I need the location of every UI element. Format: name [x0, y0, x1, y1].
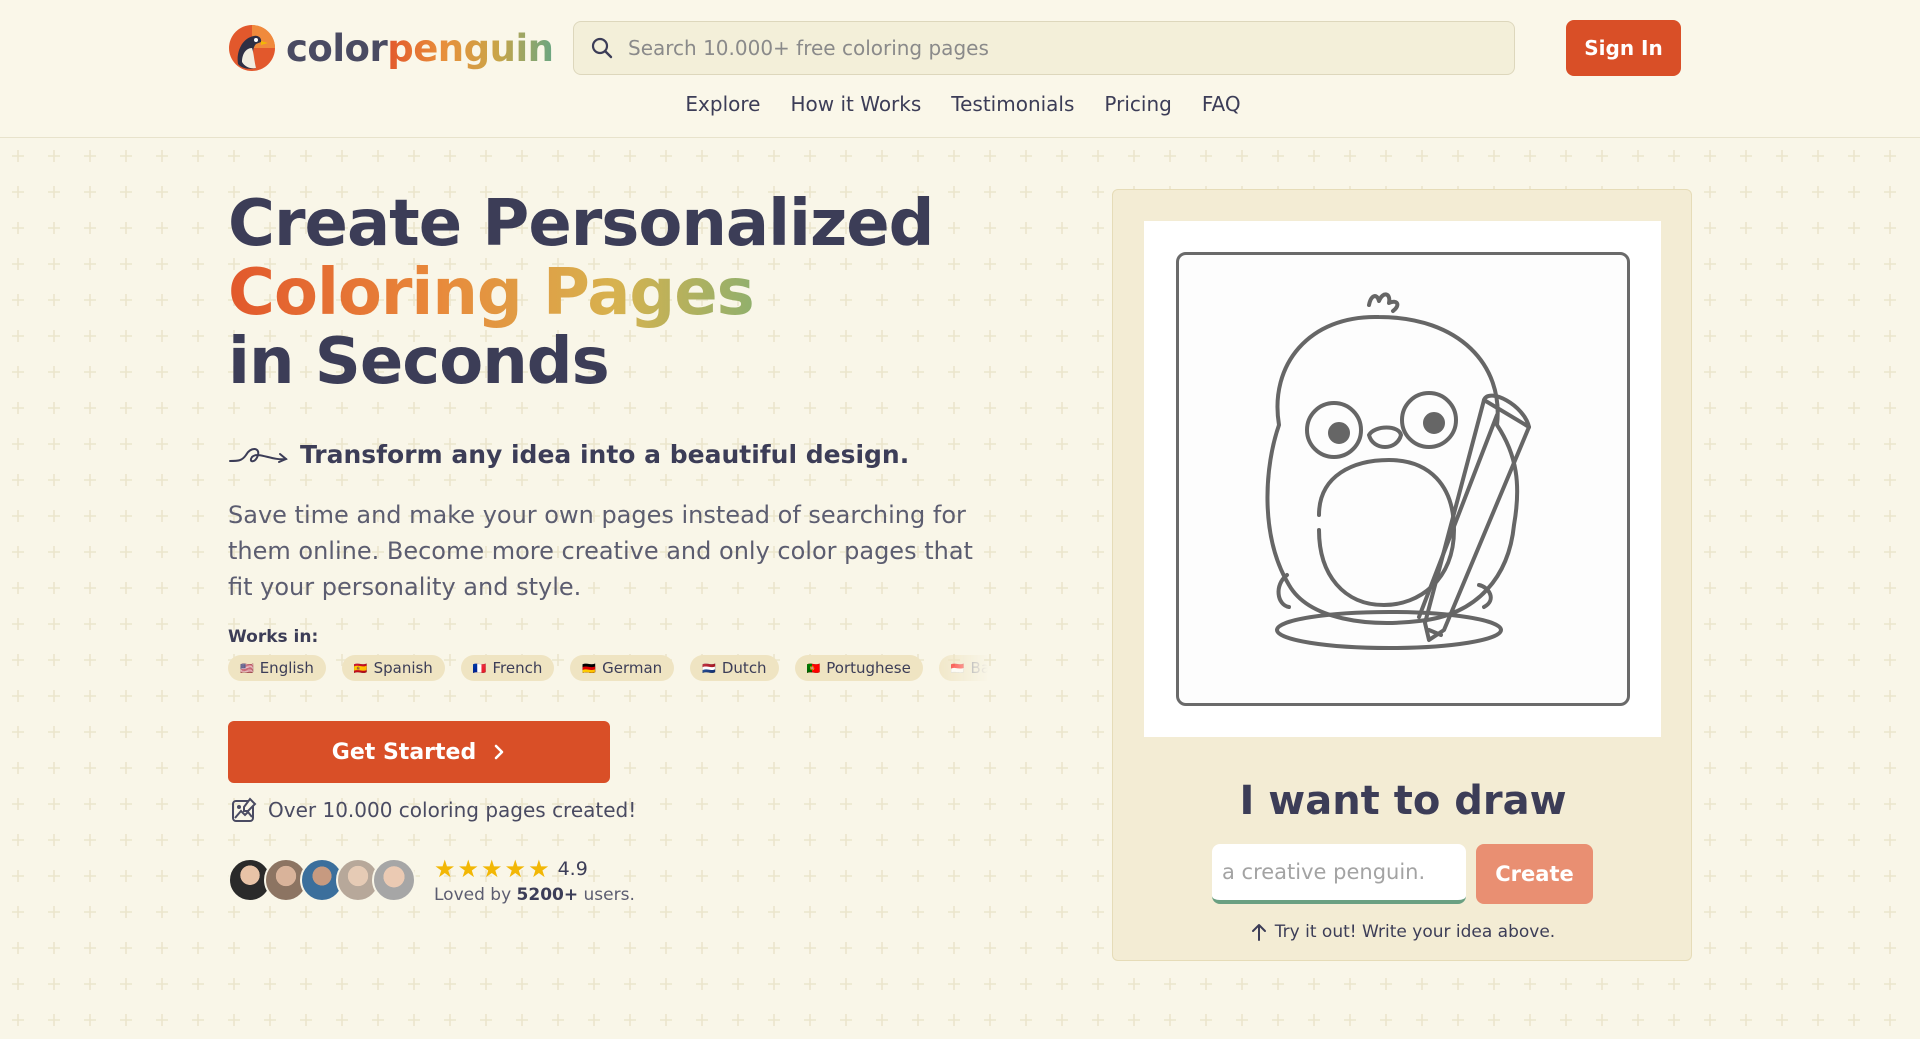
star-rating: ★ ★ ★ ★ ★ 4.9: [434, 855, 635, 883]
penguin-logo-icon: [229, 25, 275, 71]
language-label: Spanish: [373, 659, 433, 677]
get-started-button[interactable]: Get Started: [228, 721, 610, 783]
site-header: colorpenguin Sign In Explore How it Work…: [0, 0, 1920, 138]
loved-prefix: Loved by: [434, 885, 512, 905]
create-button[interactable]: Create: [1476, 844, 1593, 904]
language-chip: 🇫🇷 French: [460, 655, 555, 681]
pages-created-note: Over 10.000 coloring pages created!: [230, 796, 636, 824]
star-icon: ★: [528, 855, 550, 883]
squiggle-arrow-icon: [229, 447, 288, 463]
language-chip: 🇵🇹 Portughese: [794, 655, 923, 681]
nav-testimonials[interactable]: Testimonials: [951, 92, 1074, 116]
demo-card: I want to draw Create Try it out! Write …: [1112, 189, 1692, 961]
nav-how-it-works[interactable]: How it Works: [790, 92, 921, 116]
nav-pricing[interactable]: Pricing: [1104, 92, 1171, 116]
try-it-hint: Try it out! Write your idea above.: [1113, 922, 1693, 942]
language-chip: 🇩🇪 German: [570, 655, 675, 681]
language-label: English: [259, 659, 314, 677]
star-icon: ★: [434, 855, 456, 883]
coloring-page-preview: [1176, 252, 1630, 706]
chevron-right-icon: [494, 744, 504, 760]
arrow-up-icon: [1251, 924, 1266, 941]
flag-id-icon: 🇮🇩: [950, 661, 965, 675]
draw-title: I want to draw: [1239, 778, 1567, 824]
language-list: 🇺🇸 English 🇪🇸 Spanish 🇫🇷 French 🇩🇪 German 🇳🇱…: [228, 655, 988, 683]
hero-title-line3: in Seconds: [228, 325, 610, 399]
rating-score: 4.9: [557, 858, 588, 880]
social-proof: ★ ★ ★ ★ ★ 4.9 Loved by 5200+ users.: [228, 855, 635, 905]
main-nav: Explore How it Works Testimonials Pricin…: [0, 92, 1920, 116]
hero-title-line2: Coloring Pages: [228, 259, 933, 328]
image-edit-icon: [232, 797, 257, 822]
search-input[interactable]: [628, 36, 1488, 60]
flag-us-icon: 🇺🇸: [240, 661, 254, 675]
flag-de-icon: 🇩🇪: [582, 661, 597, 675]
language-label: Bahasa: [970, 659, 988, 677]
flag-nl-icon: 🇳🇱: [702, 661, 716, 675]
idea-input[interactable]: [1212, 844, 1466, 904]
pages-created-text: Over 10.000 coloring pages created!: [268, 798, 637, 822]
works-in-label: Works in:: [228, 627, 319, 647]
try-it-text: Try it out! Write your idea above.: [1274, 922, 1556, 942]
language-label: Portughese: [826, 659, 911, 677]
star-icon: ★: [504, 855, 527, 883]
user-avatars: [228, 858, 416, 902]
language-chip: 🇺🇸 English: [228, 655, 326, 681]
hero-title-line1: Create Personalized: [228, 187, 934, 261]
sign-in-button[interactable]: Sign In: [1566, 20, 1681, 76]
search-bar[interactable]: [573, 21, 1515, 75]
logo[interactable]: colorpenguin: [228, 24, 554, 72]
loved-count: 5200+: [516, 885, 579, 905]
rating: ★ ★ ★ ★ ★ 4.9 Loved by 5200+ users.: [434, 855, 635, 905]
get-started-label: Get Started: [331, 739, 477, 765]
language-label: Dutch: [721, 659, 767, 677]
penguin-drawing-icon: [1265, 292, 1531, 650]
hero-description: Save time and make your own pages instea…: [228, 501, 973, 601]
search-icon: [591, 37, 613, 59]
loved-suffix: users.: [583, 885, 635, 905]
language-label: German: [602, 659, 663, 677]
avatar: [372, 858, 416, 902]
hero-title: Create Personalized Coloring Pages in Se…: [228, 187, 934, 399]
language-chip: 🇪🇸 Spanish: [341, 655, 445, 681]
tagline-text: Transform any idea into a beautiful desi…: [300, 440, 910, 469]
hero-tagline: Transform any idea into a beautiful desi…: [228, 440, 909, 469]
loved-by-text: Loved by 5200+ users.: [434, 885, 635, 905]
language-chip: 🇳🇱 Dutch: [690, 655, 779, 681]
nav-explore[interactable]: Explore: [685, 92, 760, 116]
star-icon: ★: [457, 855, 480, 883]
language-label: French: [492, 659, 543, 677]
flag-pt-icon: 🇵🇹: [806, 661, 821, 675]
preview-frame: [1144, 221, 1661, 737]
language-chip: 🇮🇩 Bahasa: [938, 655, 988, 681]
flag-fr-icon: 🇫🇷: [472, 661, 487, 675]
flag-es-icon: 🇪🇸: [353, 661, 368, 675]
star-icon: ★: [481, 855, 503, 883]
logo-text-penguin: penguin: [387, 26, 554, 70]
logo-text-color: color: [286, 26, 388, 70]
nav-faq[interactable]: FAQ: [1202, 92, 1241, 116]
